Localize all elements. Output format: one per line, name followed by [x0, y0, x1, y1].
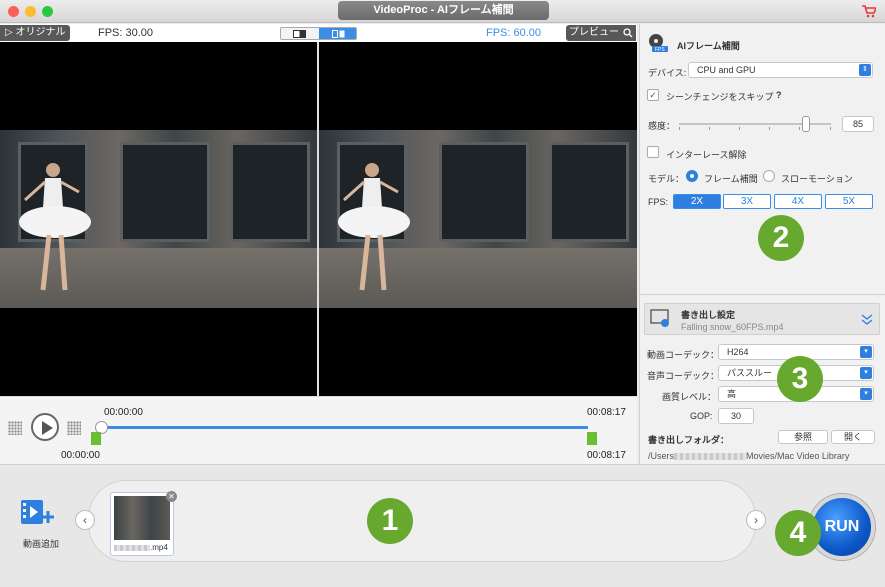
export-title: 書き出し設定: [681, 310, 736, 320]
view-mode-toggle[interactable]: [280, 27, 357, 40]
preview-video-frame: [319, 130, 637, 308]
chevron-down-icon: ▾: [860, 367, 872, 379]
scene-skip-checkbox[interactable]: ✓: [647, 89, 659, 101]
open-folder-button[interactable]: 開く: [831, 430, 875, 444]
minimize-window-button[interactable]: [25, 6, 36, 17]
step-badge-4: 4: [775, 510, 821, 556]
split-view-icon: [332, 30, 345, 38]
thumbnail-filename: .mp4: [114, 543, 168, 552]
output-folder-label: 書き出しフォルダ：: [648, 435, 730, 445]
quality-label: 画質レベル：: [662, 392, 717, 402]
slow-motion-label: スローモーション: [781, 174, 853, 184]
deinterlace-label: インターレース解除: [666, 150, 747, 160]
svg-text:FPS: FPS: [655, 47, 665, 53]
preview-label: プレビュー: [569, 27, 619, 38]
zoom-window-button[interactable]: [42, 6, 53, 17]
mode-label: モデル：: [648, 174, 685, 184]
panel-divider: [639, 294, 885, 295]
step-badge-3: 3: [777, 356, 823, 402]
chevron-down-icon: ▾: [860, 388, 872, 400]
device-value: CPU and GPU: [697, 65, 756, 75]
trim-end-time: 00:08:17: [587, 450, 626, 461]
frame-interp-radio[interactable]: [686, 170, 698, 182]
chevron-double-down-icon[interactable]: [861, 313, 873, 325]
fps-2x-button[interactable]: 2X: [673, 194, 721, 209]
fps-multiplier-label: FPS:: [648, 197, 669, 207]
browse-button[interactable]: 参照: [778, 430, 828, 444]
search-icon: [623, 28, 633, 38]
preview-button[interactable]: プレビュー: [566, 25, 636, 41]
trim-start-handle[interactable]: [91, 432, 101, 445]
preview-video-panel: [319, 42, 637, 396]
export-filename: Falling snow_60FPS.mp4: [681, 322, 784, 332]
grip-right-icon: [67, 421, 81, 435]
timeline-track[interactable]: [102, 426, 588, 429]
scroll-right-button[interactable]: ›: [746, 510, 766, 530]
help-icon[interactable]: ?: [776, 90, 782, 100]
original-video-frame: [0, 130, 317, 308]
gop-label: GOP:: [690, 411, 713, 421]
time-current-top: 00:00:00: [104, 407, 143, 418]
dancer-figure: [338, 163, 410, 291]
video-codec-value: H264: [727, 347, 749, 357]
fps-4x-button[interactable]: 4X: [774, 194, 822, 209]
path-end: Movies/Mac Video Library: [746, 451, 850, 461]
gop-input[interactable]: 30: [718, 408, 754, 424]
original-label: ▷ オリジナル: [0, 25, 71, 41]
ai-panel-title: AIフレーム補間: [677, 41, 740, 51]
export-settings-icon: [650, 309, 669, 327]
add-video-icon[interactable]: [19, 497, 55, 529]
video-thumbnail[interactable]: .mp4: [110, 492, 174, 556]
quality-value: 高: [727, 389, 737, 399]
add-video-label: 動画追加: [23, 539, 60, 549]
title-bar: VideoProc - AIフレーム補間: [0, 0, 885, 23]
fps-5x-button[interactable]: 5X: [825, 194, 873, 209]
deinterlace-checkbox[interactable]: [647, 146, 659, 158]
step-badge-2: 2: [758, 215, 804, 261]
scene-skip-label: シーンチェンジをスキップ: [666, 92, 774, 102]
chevron-updown-icon: ⇕: [859, 64, 871, 76]
frame-interp-label: フレーム補間: [704, 174, 758, 184]
fps-original: FPS: 30.00: [98, 27, 154, 39]
output-path: /Users Movies/Mac Video Library: [648, 451, 849, 461]
scroll-left-button[interactable]: ‹: [75, 510, 95, 530]
video-list-tray: [88, 480, 756, 562]
device-select[interactable]: CPU and GPU ⇕: [688, 62, 873, 78]
path-redacted: [674, 453, 747, 461]
cart-icon[interactable]: [861, 4, 876, 18]
window-title: VideoProc - AIフレーム補間: [338, 1, 549, 20]
audio-codec-value: パススルー: [727, 368, 773, 378]
film-reel-icon: FPS: [649, 34, 668, 53]
trim-start-time: 00:00:00: [61, 450, 100, 461]
single-view-icon: [293, 30, 306, 38]
path-start: /Users: [648, 451, 675, 461]
time-total-top: 00:08:17: [587, 407, 626, 418]
sensitivity-value[interactable]: 85: [842, 116, 874, 132]
device-label: デバイス:: [648, 68, 687, 78]
dancer-figure: [19, 163, 91, 291]
sensitivity-label: 感度：: [648, 121, 676, 131]
close-window-button[interactable]: [8, 6, 19, 17]
sensitivity-slider-knob[interactable]: [802, 116, 810, 132]
fps-preview: FPS: 60.00: [486, 27, 542, 39]
preview-divider: [317, 42, 319, 396]
video-codec-label: 動画コーデック：: [647, 350, 720, 360]
audio-codec-label: 音声コーデック：: [647, 371, 720, 381]
remove-video-icon[interactable]: ✕: [166, 491, 177, 502]
trim-end-handle[interactable]: [587, 432, 597, 445]
thumbnail-image: [114, 496, 170, 540]
grip-left-icon: [8, 421, 22, 435]
fps-3x-button[interactable]: 3X: [723, 194, 771, 209]
slow-motion-radio[interactable]: [763, 170, 775, 182]
play-button[interactable]: [31, 413, 59, 441]
step-badge-1: 1: [367, 498, 413, 544]
chevron-down-icon: ▾: [860, 346, 872, 358]
bottom-divider: [0, 464, 885, 465]
original-video-panel: [0, 42, 317, 396]
